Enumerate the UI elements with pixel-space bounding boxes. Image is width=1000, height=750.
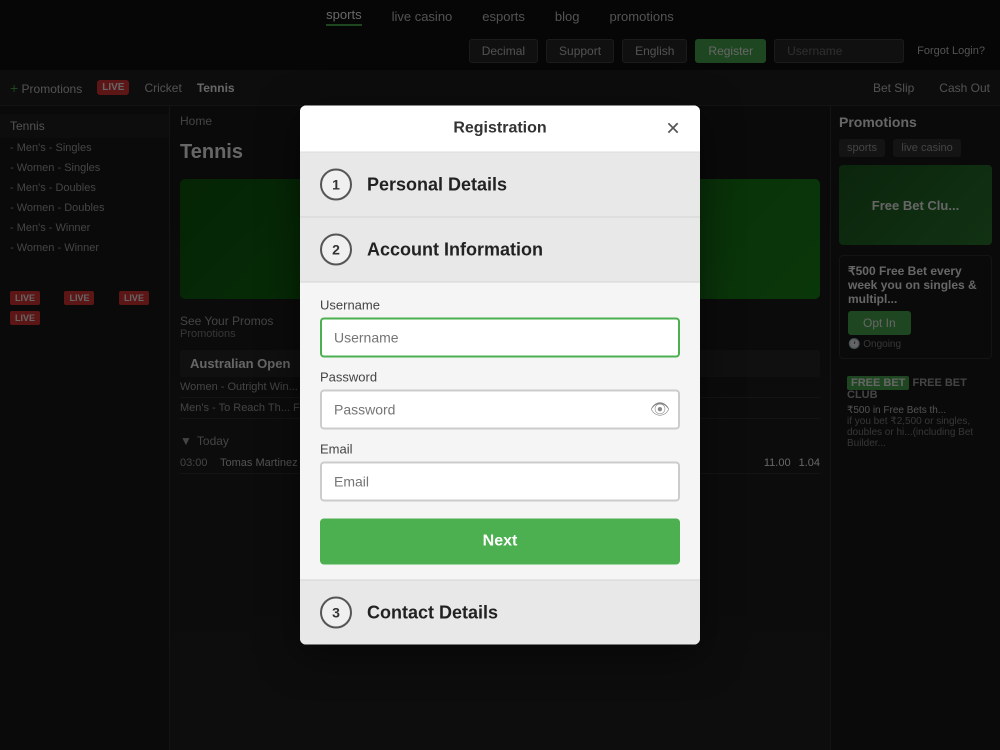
eye-icon[interactable]: 👁: [650, 400, 670, 420]
account-form-section: Username Password 👁 Email Next: [300, 283, 700, 581]
password-wrapper: 👁: [320, 390, 680, 430]
next-button[interactable]: Next: [320, 519, 680, 565]
step-2-row[interactable]: 2 Account Information: [300, 218, 700, 283]
step-3-row[interactable]: 3 Contact Details: [300, 581, 700, 645]
step-1-number: 1: [320, 169, 352, 201]
step-1-label: Personal Details: [367, 174, 507, 195]
password-label: Password: [320, 370, 680, 385]
email-label: Email: [320, 442, 680, 457]
password-input[interactable]: [320, 390, 680, 430]
modal-close-button[interactable]: ✕: [661, 117, 685, 141]
registration-modal: Registration ✕ 1 Personal Details 2 Acco…: [300, 106, 700, 645]
step-1-row[interactable]: 1 Personal Details: [300, 153, 700, 218]
username-group: Username: [320, 298, 680, 358]
email-group: Email: [320, 442, 680, 502]
email-input[interactable]: [320, 462, 680, 502]
step-2-label: Account Information: [367, 239, 543, 260]
step-3-number: 3: [320, 597, 352, 629]
step-2-number: 2: [320, 234, 352, 266]
username-input[interactable]: [320, 318, 680, 358]
step-3-label: Contact Details: [367, 602, 498, 623]
modal-header: Registration ✕: [300, 106, 700, 153]
modal-title: Registration: [453, 120, 546, 138]
password-group: Password 👁: [320, 370, 680, 430]
username-label: Username: [320, 298, 680, 313]
